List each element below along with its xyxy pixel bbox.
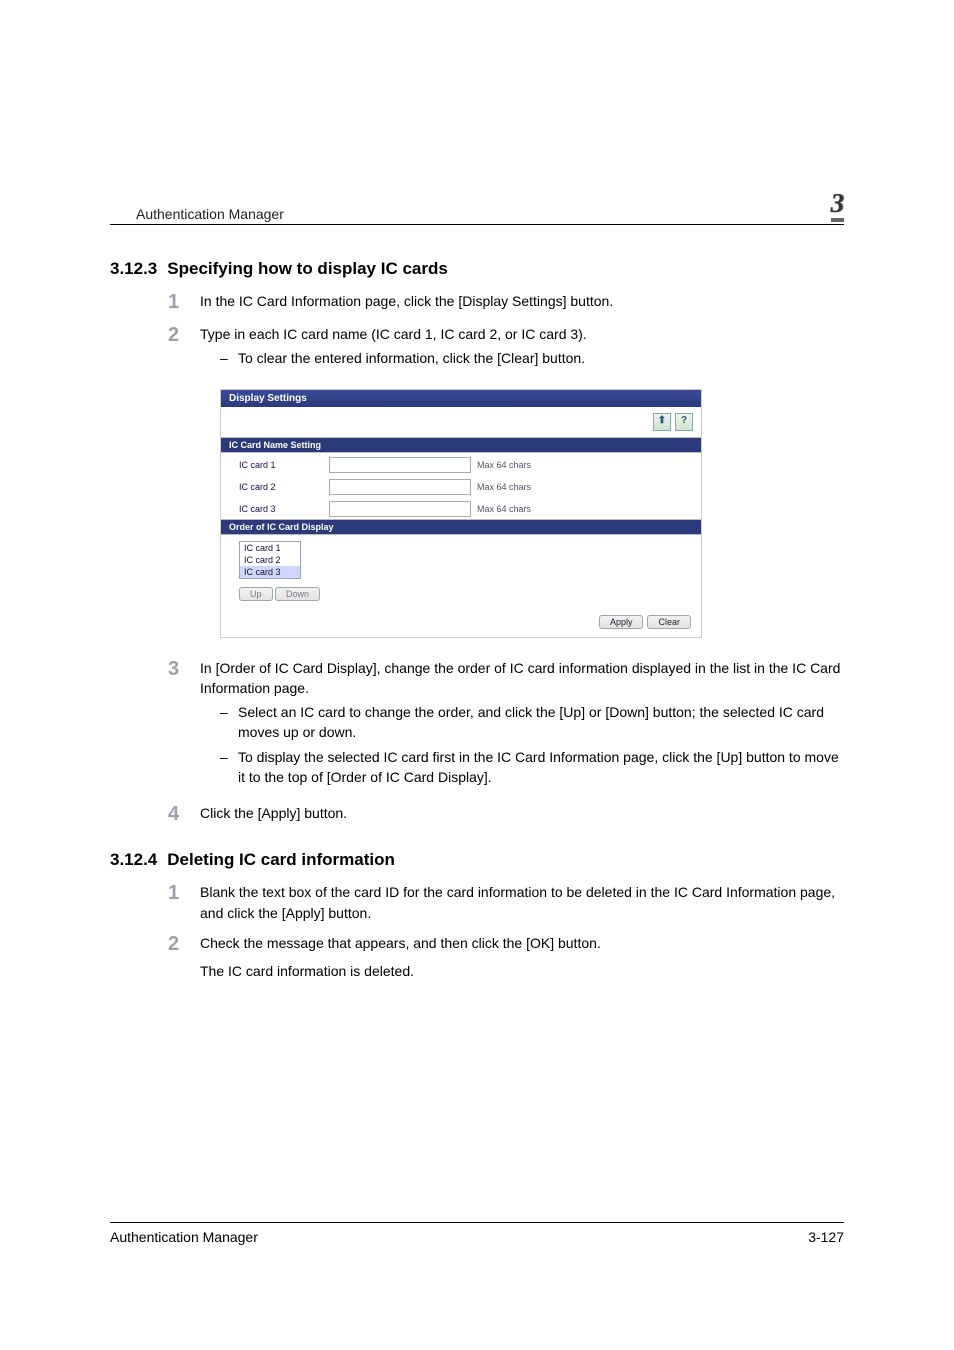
step-text: In the IC Card Information page, click t… bbox=[200, 291, 613, 311]
section-title: Deleting IC card information bbox=[167, 850, 395, 869]
section-number: 3.12.4 bbox=[110, 850, 157, 869]
field-label: IC card 3 bbox=[239, 504, 329, 514]
ic-card-3-input[interactable] bbox=[329, 501, 471, 517]
dialog-title: Display Settings bbox=[221, 390, 701, 407]
step-text: Check the message that appears, and then… bbox=[200, 933, 601, 953]
step-result-text: The IC card information is deleted. bbox=[200, 961, 601, 981]
footer-title: Authentication Manager bbox=[110, 1229, 258, 1245]
display-settings-dialog: Display Settings ⬆ ? IC Card Name Settin… bbox=[220, 389, 702, 638]
step-text: Blank the text box of the card ID for th… bbox=[200, 882, 844, 923]
ic-card-1-input[interactable] bbox=[329, 457, 471, 473]
section-number: 3.12.3 bbox=[110, 259, 157, 278]
list-item[interactable]: IC card 2 bbox=[240, 554, 300, 566]
field-label: IC card 2 bbox=[239, 482, 329, 492]
panel-header: Order of IC Card Display bbox=[221, 519, 701, 535]
running-header: Authentication Manager bbox=[136, 206, 284, 222]
step-marker: 2 bbox=[168, 324, 200, 347]
list-item[interactable]: IC card 1 bbox=[240, 542, 300, 554]
panel-header: IC Card Name Setting bbox=[221, 437, 701, 453]
chapter-number: 3 bbox=[831, 190, 845, 222]
max-chars-hint: Max 64 chars bbox=[477, 504, 531, 514]
ic-card-2-input[interactable] bbox=[329, 479, 471, 495]
step-text: Click the [Apply] button. bbox=[200, 803, 347, 823]
step-marker: 4 bbox=[168, 803, 200, 826]
apply-button[interactable]: Apply bbox=[599, 615, 644, 629]
step-text: In [Order of IC Card Display], change th… bbox=[200, 658, 844, 699]
step-marker: 3 bbox=[168, 658, 200, 681]
clear-button[interactable]: Clear bbox=[647, 615, 691, 629]
step-text: Type in each IC card name (IC card 1, IC… bbox=[200, 324, 587, 344]
field-label: IC card 1 bbox=[239, 460, 329, 470]
step-sub-item: To display the selected IC card first in… bbox=[220, 747, 844, 788]
page-number: 3-127 bbox=[808, 1229, 844, 1245]
list-item[interactable]: IC card 3 bbox=[240, 566, 300, 578]
down-button[interactable]: Down bbox=[275, 587, 320, 601]
step-marker: 1 bbox=[168, 291, 200, 314]
ic-card-order-list[interactable]: IC card 1 IC card 2 IC card 3 bbox=[239, 541, 301, 579]
step-sub-item: To clear the entered information, click … bbox=[220, 348, 587, 368]
step-marker: 2 bbox=[168, 933, 200, 956]
step-sub-item: Select an IC card to change the order, a… bbox=[220, 702, 844, 743]
section-title: Specifying how to display IC cards bbox=[167, 259, 448, 278]
help-icon[interactable]: ? bbox=[675, 413, 693, 431]
up-button[interactable]: Up bbox=[239, 587, 273, 601]
step-marker: 1 bbox=[168, 882, 200, 905]
max-chars-hint: Max 64 chars bbox=[477, 482, 531, 492]
max-chars-hint: Max 64 chars bbox=[477, 460, 531, 470]
back-icon[interactable]: ⬆ bbox=[653, 413, 671, 431]
